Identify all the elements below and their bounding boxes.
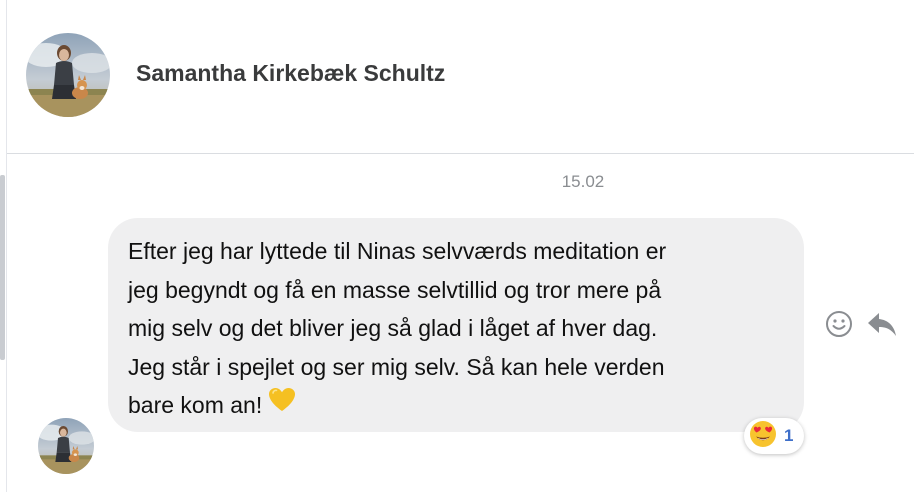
chat-window: Samantha Kirkebæk Schultz 15.02 Efter je… [0,0,914,492]
conversation-header: Samantha Kirkebæk Schultz [7,0,914,154]
message-actions [824,307,904,341]
message-last-line: bare kom an! [128,386,784,425]
heart-eyes-emoji-icon [749,420,777,453]
reaction-badge[interactable]: 1 [744,418,804,454]
smiley-face-icon [824,311,854,343]
profile-photo-avatar [26,33,110,117]
contact-name[interactable]: Samantha Kirkebæk Schultz [136,60,445,87]
message-line: Jeg står i spejlet og ser mig selv. Så k… [128,353,665,380]
message-line: jeg begyndt og få en masse selvtillid og… [128,276,662,303]
reply-button[interactable] [866,309,898,339]
contact-avatar[interactable] [26,33,110,117]
sender-avatar[interactable] [38,418,94,474]
yellow-heart-icon [268,386,296,425]
profile-photo-avatar [38,418,94,474]
message-line: Efter jeg har lyttede til Ninas selvværd… [128,238,667,264]
message-line: mig selv og det bliver jeg så glad i låg… [128,315,658,341]
react-button[interactable] [824,309,854,339]
message-bubble[interactable]: Efter jeg har lyttede til Ninas selvværd… [108,218,804,432]
scrollbar-thumb[interactable] [0,175,5,360]
reaction-count: 1 [784,426,794,445]
message-line: bare kom an! [128,392,263,418]
message-timestamp: 15.02 [561,172,605,191]
reply-arrow-icon [866,313,898,343]
